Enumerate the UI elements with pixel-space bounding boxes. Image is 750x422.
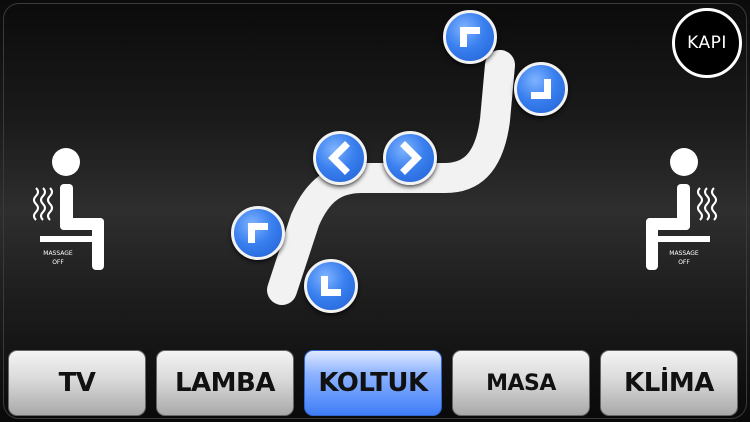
massage-left-status: MASSAGE OFF bbox=[18, 249, 98, 267]
door-label: KAPI bbox=[687, 33, 727, 53]
massage-right-state: OFF bbox=[678, 259, 690, 266]
tab-koltuk[interactable]: KOLTUK bbox=[304, 350, 442, 416]
door-button[interactable]: KAPI bbox=[672, 8, 742, 78]
seat-backward-button[interactable] bbox=[313, 131, 367, 185]
tab-tv[interactable]: TV bbox=[8, 350, 146, 416]
legrest-up-button[interactable] bbox=[231, 206, 285, 260]
legrest-down-button[interactable] bbox=[304, 259, 358, 313]
chevron-right-icon bbox=[400, 141, 422, 175]
tab-klima[interactable]: KLİMA bbox=[600, 350, 738, 416]
massage-right-status: MASSAGE OFF bbox=[644, 249, 724, 267]
massage-right-label: MASSAGE bbox=[669, 250, 699, 257]
corner-up-left-icon bbox=[460, 27, 480, 47]
corner-down-right-icon bbox=[531, 79, 551, 99]
backrest-up-button[interactable] bbox=[443, 10, 497, 64]
heat-waves-icon bbox=[33, 187, 53, 221]
chevron-left-icon bbox=[328, 141, 350, 175]
heat-waves-icon bbox=[697, 187, 717, 221]
tab-koltuk-label: KOLTUK bbox=[318, 368, 428, 398]
massage-right-button[interactable]: MASSAGE OFF bbox=[640, 140, 720, 275]
massage-left-state: OFF bbox=[52, 259, 64, 266]
massage-left-button[interactable]: MASSAGE OFF bbox=[30, 140, 110, 275]
corner-down-left-icon bbox=[321, 276, 341, 296]
tab-klima-label: KLİMA bbox=[624, 368, 714, 398]
tab-masa-label: MASA bbox=[486, 370, 556, 396]
tab-lamba-label: LAMBA bbox=[174, 368, 276, 398]
backrest-down-button[interactable] bbox=[514, 62, 568, 116]
tab-lamba[interactable]: LAMBA bbox=[156, 350, 294, 416]
corner-up-left-icon bbox=[248, 223, 268, 243]
massage-left-label: MASSAGE bbox=[43, 250, 73, 257]
seat-forward-button[interactable] bbox=[383, 131, 437, 185]
app-screen: KAPI MASSAGE OFF MASSAGE OFF TV LAMBA KO… bbox=[0, 0, 750, 422]
tab-masa[interactable]: MASA bbox=[452, 350, 590, 416]
tab-tv-label: TV bbox=[58, 368, 96, 398]
